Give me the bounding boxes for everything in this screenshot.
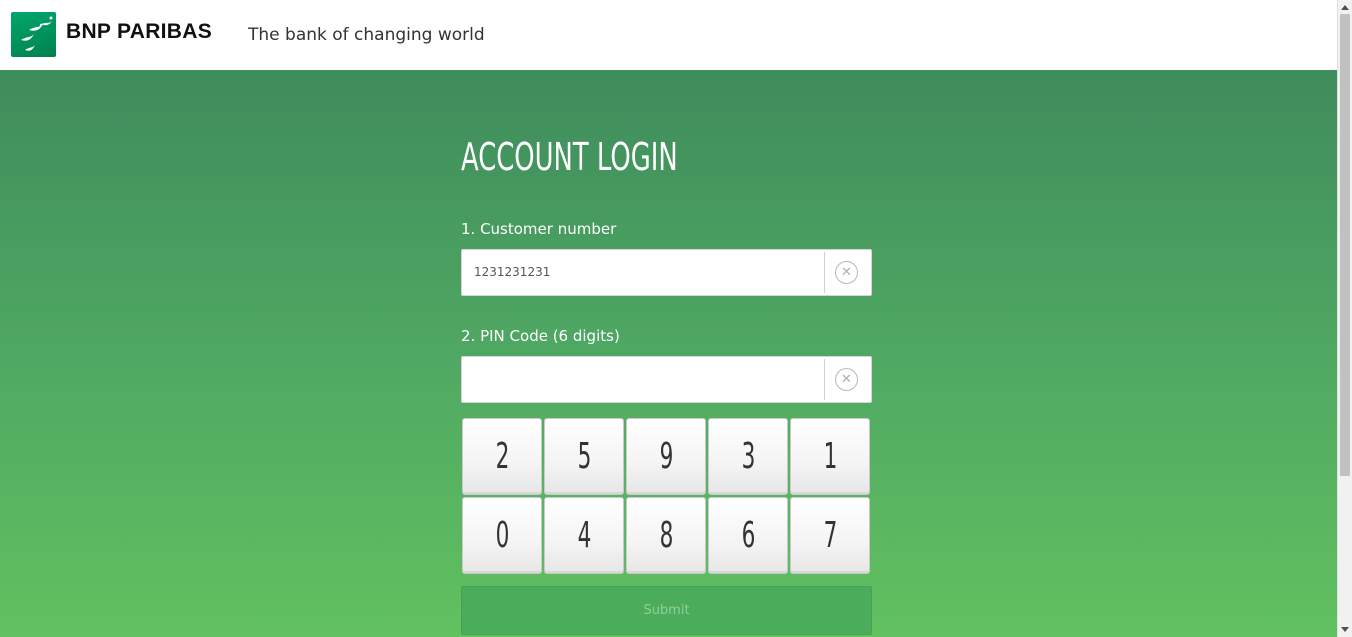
keypad-key[interactable]: 3: [708, 418, 788, 495]
keypad-key[interactable]: 2: [462, 418, 542, 495]
page-title: ACCOUNT LOGIN: [461, 135, 678, 179]
keypad-key[interactable]: 9: [626, 418, 706, 495]
keypad-key[interactable]: 7: [790, 497, 870, 574]
keypad-key[interactable]: 8: [626, 497, 706, 574]
bnp-logo-icon[interactable]: [11, 12, 56, 57]
customer-number-value[interactable]: 1231231231: [474, 265, 550, 279]
field-divider: [824, 359, 825, 400]
keypad-key[interactable]: 0: [462, 497, 542, 574]
tagline: The bank of changing world: [248, 25, 485, 45]
keypad-key[interactable]: 6: [708, 497, 788, 574]
keypad-key[interactable]: 1: [790, 418, 870, 495]
submit-button[interactable]: Submit: [461, 586, 872, 635]
clear-pin-code-icon[interactable]: ✕: [835, 368, 858, 391]
brand-name[interactable]: BNP PARIBAS: [66, 20, 212, 44]
keypad-key[interactable]: 5: [544, 418, 624, 495]
clear-customer-number-icon[interactable]: ✕: [835, 261, 858, 284]
pin-keypad: 2 5 9 3 1 0 4 8 6 7: [462, 418, 872, 576]
customer-number-field[interactable]: 1231231231 ✕: [461, 249, 872, 296]
scroll-up-icon[interactable]: [1341, 5, 1349, 10]
scroll-down-icon[interactable]: [1341, 627, 1349, 632]
pin-code-field[interactable]: ✕: [461, 356, 872, 403]
keypad-key[interactable]: 4: [544, 497, 624, 574]
pin-code-label: 2. PIN Code (6 digits): [461, 327, 620, 345]
field-divider: [824, 252, 825, 293]
scroll-thumb[interactable]: [1340, 14, 1350, 476]
vertical-scrollbar[interactable]: [1337, 0, 1352, 637]
site-header: BNP PARIBAS The bank of changing world: [0, 0, 1337, 70]
customer-number-label: 1. Customer number: [461, 220, 617, 238]
